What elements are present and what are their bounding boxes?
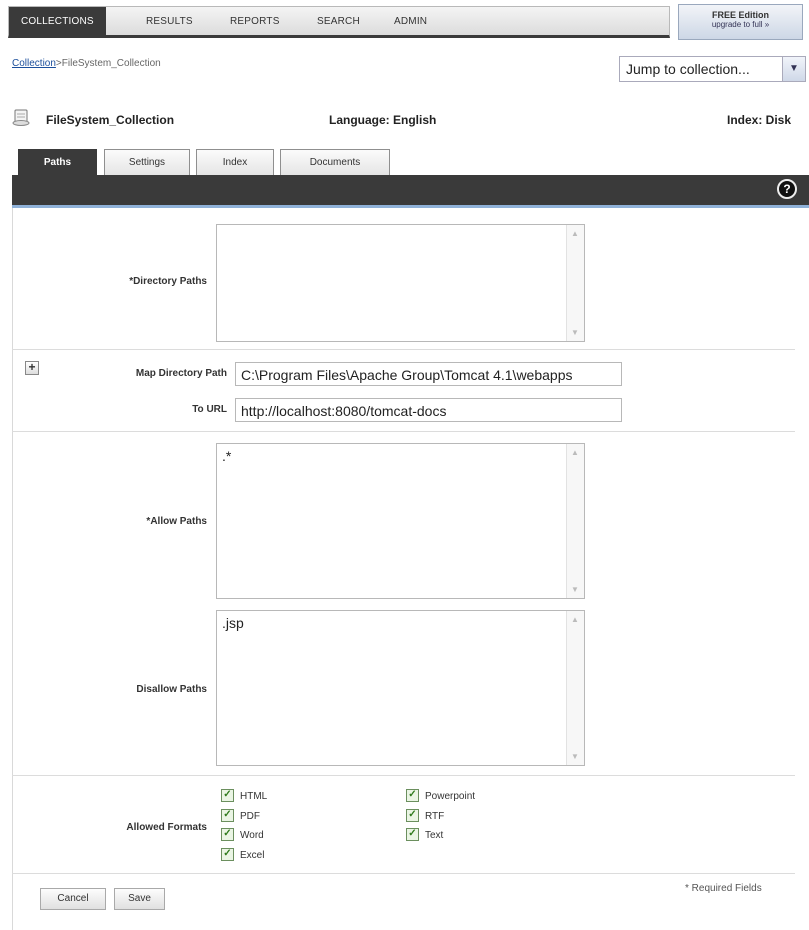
format-checkbox-text[interactable]: ✓ Text <box>406 828 444 842</box>
divider <box>12 431 795 432</box>
checkbox-checked-icon[interactable]: ✓ <box>406 828 419 841</box>
format-label: Word <box>240 830 264 842</box>
disallow-paths-scrollbar[interactable]: ▲ ▼ <box>566 611 584 765</box>
allow-paths-label: *Allow Paths <box>146 516 207 527</box>
nav-tab-collections[interactable]: COLLECTIONS <box>9 7 106 36</box>
format-label: Powerpoint <box>425 791 476 803</box>
divider <box>12 775 795 776</box>
format-label: RTF <box>425 811 445 823</box>
format-label: Text <box>425 830 444 842</box>
document-icon <box>12 109 30 126</box>
format-checkbox-rtf[interactable]: ✓ RTF <box>406 809 445 823</box>
to-url-input[interactable]: http://localhost:8080/tomcat-docs <box>235 398 622 422</box>
checkbox-checked-icon[interactable]: ✓ <box>406 789 419 802</box>
map-directory-path-value: C:\Program Files\Apache Group\Tomcat 4.1… <box>241 367 573 383</box>
format-checkbox-html[interactable]: ✓ HTML <box>221 789 268 803</box>
nav-tab-admin[interactable]: ADMIN <box>394 7 427 36</box>
tab-settings[interactable]: Settings <box>104 149 190 175</box>
tab-index[interactable]: Index <box>196 149 274 175</box>
allow-paths-value: .* <box>222 448 232 464</box>
format-checkbox-word[interactable]: ✓ Word <box>221 828 264 842</box>
format-checkbox-pdf[interactable]: ✓ PDF <box>221 809 260 823</box>
required-fields-note: * Required Fields <box>685 883 762 894</box>
upgrade-button[interactable]: FREE Edition upgrade to full » <box>678 4 803 40</box>
breadcrumb: Collection>FileSystem_Collection <box>12 58 161 69</box>
checkbox-checked-icon[interactable]: ✓ <box>221 809 234 822</box>
collection-index: Index: Disk <box>727 113 792 127</box>
breadcrumb-collection-link[interactable]: Collection <box>12 58 56 69</box>
checkbox-checked-icon[interactable]: ✓ <box>221 848 234 861</box>
format-label: HTML <box>240 791 268 803</box>
tab-paths[interactable]: Paths <box>18 149 97 175</box>
map-directory-path-input[interactable]: C:\Program Files\Apache Group\Tomcat 4.1… <box>235 362 622 386</box>
add-mapping-button[interactable]: + <box>25 361 39 375</box>
checkbox-checked-icon[interactable]: ✓ <box>406 809 419 822</box>
breadcrumb-current: FileSystem_Collection <box>61 58 161 69</box>
jump-select-label: Jump to collection... <box>626 61 750 77</box>
directory-paths-textarea[interactable]: ▲ ▼ <box>216 224 585 342</box>
nav-tab-reports[interactable]: REPORTS <box>230 7 280 36</box>
chevron-down-icon[interactable]: ▼ <box>782 57 805 81</box>
directory-paths-label: *Directory Paths <box>129 276 207 287</box>
top-nav: COLLECTIONS RESULTS REPORTS SEARCH ADMIN <box>8 6 670 38</box>
jump-to-collection-select[interactable]: Jump to collection... ▼ <box>619 56 806 82</box>
tab-header-bar: ? <box>12 175 809 208</box>
collection-name: FileSystem_Collection <box>46 113 175 127</box>
to-url-value: http://localhost:8080/tomcat-docs <box>241 403 447 419</box>
directory-paths-scrollbar[interactable]: ▲ ▼ <box>566 225 584 341</box>
to-url-label: To URL <box>192 404 227 415</box>
disallow-paths-value: .jsp <box>222 615 244 631</box>
format-checkbox-excel[interactable]: ✓ Excel <box>221 848 265 862</box>
disallow-paths-label: Disallow Paths <box>136 684 207 695</box>
format-label: PDF <box>240 811 260 823</box>
format-label: Excel <box>240 850 265 862</box>
save-button[interactable]: Save <box>114 888 165 910</box>
divider <box>12 873 795 874</box>
upgrade-link[interactable]: upgrade to full » <box>679 20 802 29</box>
edition-title: FREE Edition <box>712 10 769 20</box>
divider <box>12 349 795 350</box>
cancel-button[interactable]: Cancel <box>40 888 106 910</box>
nav-tab-search[interactable]: SEARCH <box>317 7 360 36</box>
allow-paths-scrollbar[interactable]: ▲ ▼ <box>566 444 584 598</box>
disallow-paths-textarea[interactable]: .jsp ▲ ▼ <box>216 610 585 766</box>
collection-language: Language: English <box>329 113 437 127</box>
checkbox-checked-icon[interactable]: ✓ <box>221 828 234 841</box>
nav-tab-results[interactable]: RESULTS <box>146 7 193 36</box>
help-icon[interactable]: ? <box>777 179 797 199</box>
map-directory-path-label: Map Directory Path <box>135 368 227 379</box>
allowed-formats-label: Allowed Formats <box>126 822 207 833</box>
tab-documents[interactable]: Documents <box>280 149 390 175</box>
format-checkbox-powerpoint[interactable]: ✓ Powerpoint <box>406 789 476 803</box>
allow-paths-textarea[interactable]: .* ▲ ▼ <box>216 443 585 599</box>
checkbox-checked-icon[interactable]: ✓ <box>221 789 234 802</box>
